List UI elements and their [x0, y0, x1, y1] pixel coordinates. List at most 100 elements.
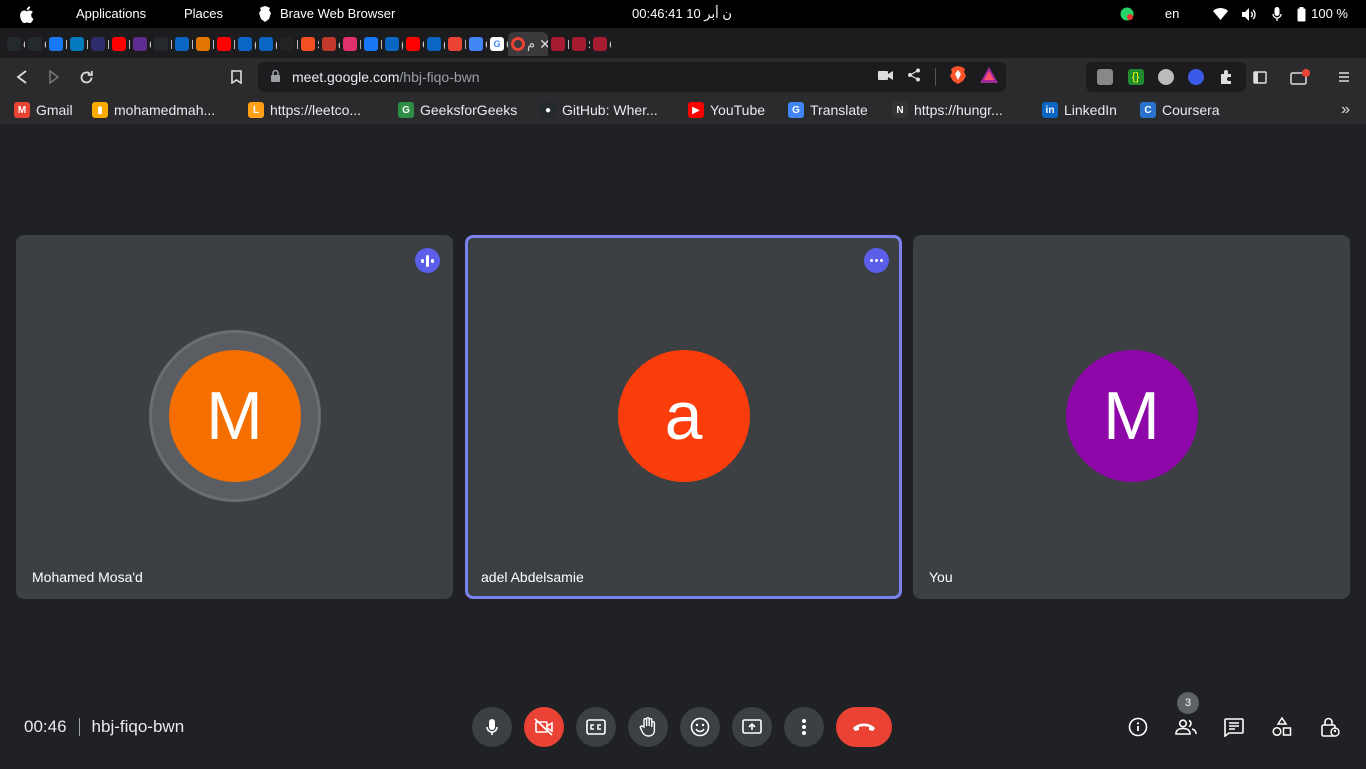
- json-extension-icon[interactable]: {}: [1127, 69, 1144, 85]
- bookmark-item[interactable]: Nhttps://hungr...: [892, 96, 1003, 124]
- applications-menu[interactable]: Applications: [76, 0, 146, 28]
- bookmark-item[interactable]: C Coursera: [1140, 96, 1220, 124]
- places-menu[interactable]: Places: [184, 0, 223, 28]
- browser-tab[interactable]: (2: [235, 32, 256, 56]
- browser-tab[interactable]: C: [25, 32, 46, 56]
- translate-icon: [469, 37, 483, 51]
- bookmark-label: Coursera: [1162, 102, 1220, 118]
- browser-tab[interactable]: C: [130, 32, 151, 56]
- bookmark-item[interactable]: ▶ YouTube: [688, 96, 765, 124]
- clock[interactable]: 00:46:41 ن أبر 10: [632, 0, 732, 28]
- whatsapp-icon[interactable]: [1115, 0, 1139, 28]
- browser-tab[interactable]: B: [67, 32, 88, 56]
- chat-button[interactable]: [1214, 707, 1254, 747]
- participant-name: Mohamed Mosa'd: [32, 569, 143, 585]
- browser-tab[interactable]: G: [403, 32, 424, 56]
- browser-tab[interactable]: Ir: [445, 32, 466, 56]
- browser-tab[interactable]: F: [361, 32, 382, 56]
- wifi-icon[interactable]: [1205, 0, 1235, 28]
- browser-tab[interactable]: R: [109, 32, 130, 56]
- globe-extension-icon[interactable]: [1157, 69, 1174, 85]
- activities-button[interactable]: [1262, 707, 1302, 747]
- wallet-icon[interactable]: [1290, 67, 1310, 87]
- browser-tab[interactable]: D: [277, 32, 298, 56]
- browser-tab[interactable]: (1: [382, 32, 403, 56]
- bookmark-item[interactable]: ▮ mohamedmah...: [92, 96, 215, 124]
- browser-tab[interactable]: R: [88, 32, 109, 56]
- address-bar[interactable]: meet.google.com/hbj-fiqo-bwn: [258, 62, 1006, 92]
- more-options-button[interactable]: [784, 707, 824, 747]
- apple-menu-icon[interactable]: [18, 0, 38, 28]
- brave-rewards-icon[interactable]: [980, 66, 998, 88]
- browser-tab[interactable]: P: [46, 32, 67, 56]
- browser-tab[interactable]: M: [151, 32, 172, 56]
- instagram-icon: [343, 37, 357, 51]
- captions-icon: [586, 719, 606, 735]
- forward-button[interactable]: [44, 67, 64, 87]
- puzzle-extensions-icon[interactable]: [1219, 69, 1235, 85]
- browser-tab[interactable]: C: [4, 32, 25, 56]
- browser-tab[interactable]: GG: [487, 32, 508, 56]
- bookmark-item[interactable]: G GeeksforGeeks: [398, 96, 517, 124]
- camera-in-use-icon[interactable]: [878, 68, 893, 86]
- browser-tab[interactable]: e: [319, 32, 340, 56]
- more-bookmarks-icon[interactable]: »: [1341, 96, 1350, 124]
- reload-button[interactable]: [76, 67, 96, 87]
- browser-tab[interactable]: (1: [256, 32, 277, 56]
- tab-title: م: [527, 36, 536, 51]
- browser-tab[interactable]: P: [548, 32, 569, 56]
- battery-icon[interactable]: [1291, 0, 1311, 28]
- more-vert-icon: [802, 719, 806, 735]
- mail-extension-icon[interactable]: [1097, 69, 1114, 85]
- bookmark-item[interactable]: Lhttps://leetco...: [248, 96, 361, 124]
- microphone-button[interactable]: [472, 707, 512, 747]
- color-extension-icon[interactable]: [1188, 69, 1205, 85]
- activities-shapes-icon: [1272, 717, 1292, 737]
- menu-icon[interactable]: [1334, 67, 1354, 87]
- tab-active[interactable]: م ✕: [508, 32, 548, 56]
- bookmark-item[interactable]: G Translate: [788, 96, 868, 124]
- browser-tab[interactable]: I: [340, 32, 361, 56]
- browser-tab[interactable]: S: [298, 32, 319, 56]
- present-screen-button[interactable]: [732, 707, 772, 747]
- bookmark-item[interactable]: in LinkedIn: [1042, 96, 1117, 124]
- lock-icon[interactable]: [270, 69, 281, 88]
- participant-tile-self[interactable]: M You: [913, 235, 1350, 599]
- host-controls-button[interactable]: [1310, 707, 1350, 747]
- browser-tab[interactable]: P: [193, 32, 214, 56]
- browser-tab[interactable]: (1: [424, 32, 445, 56]
- close-tab-icon[interactable]: ✕: [539, 36, 548, 53]
- leetcode-icon: L: [248, 102, 264, 118]
- share-icon[interactable]: [907, 68, 921, 87]
- brave-shields-icon[interactable]: [950, 65, 966, 89]
- camera-off-button[interactable]: [524, 707, 564, 747]
- more-options-icon[interactable]: [864, 248, 889, 273]
- participant-avatar: M: [1065, 350, 1198, 482]
- browser-tab[interactable]: H: [214, 32, 235, 56]
- harvard-icon: [572, 37, 586, 51]
- reactions-button[interactable]: [680, 707, 720, 747]
- back-button[interactable]: [12, 67, 32, 87]
- meet-control-bar: 00:46 hbj-fiqo-bwn 3: [0, 689, 1366, 769]
- captions-button[interactable]: [576, 707, 616, 747]
- bookmark-item[interactable]: M Gmail: [14, 96, 73, 124]
- system-tray[interactable]: en 100 %: [1115, 0, 1348, 28]
- bookmark-item[interactable]: ● GitHub: Wher...: [540, 96, 658, 124]
- leave-call-button[interactable]: [836, 707, 892, 747]
- volume-icon[interactable]: [1235, 0, 1263, 28]
- browser-tab[interactable]: G: [466, 32, 487, 56]
- bookmark-button[interactable]: [226, 67, 246, 87]
- browser-tab[interactable]: F: [172, 32, 193, 56]
- participant-tile[interactable]: a adel Abdelsamie: [465, 235, 902, 599]
- microphone-icon[interactable]: [1263, 0, 1291, 28]
- raise-hand-button[interactable]: [628, 707, 668, 747]
- people-button[interactable]: 3: [1166, 692, 1206, 747]
- browser-tab[interactable]: S: [569, 32, 590, 56]
- participant-tile[interactable]: M Mohamed Mosa'd: [16, 235, 453, 599]
- sidebar-toggle-icon[interactable]: [1250, 67, 1270, 87]
- url-text[interactable]: meet.google.com/hbj-fiqo-bwn: [292, 69, 480, 85]
- keyboard-language[interactable]: en: [1139, 0, 1205, 28]
- meeting-details-button[interactable]: [1118, 707, 1158, 747]
- active-app-menu[interactable]: Brave Web Browser: [258, 0, 395, 28]
- browser-tab[interactable]: C: [590, 32, 611, 56]
